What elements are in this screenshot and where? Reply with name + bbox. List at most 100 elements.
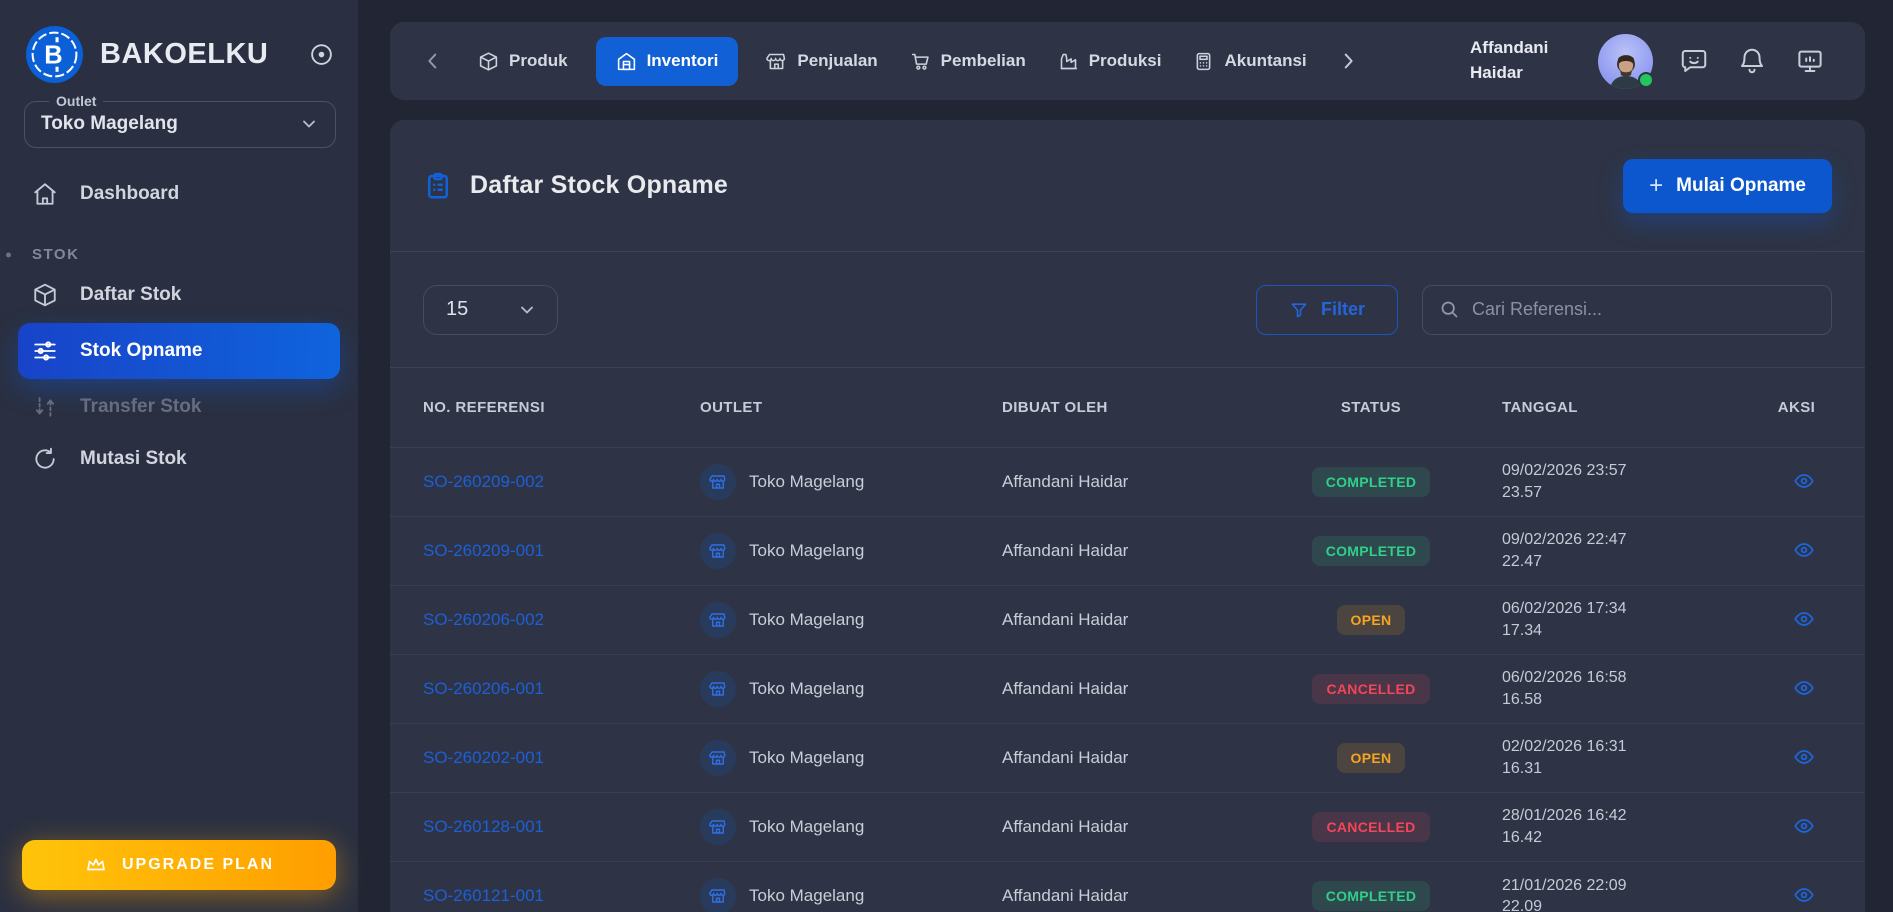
display-mode-button[interactable] (1793, 44, 1827, 78)
eye-icon (1793, 608, 1815, 630)
user-avatar[interactable] (1598, 33, 1654, 89)
nav-back-button[interactable] (416, 50, 450, 72)
eye-icon (1793, 677, 1815, 699)
sidebar-item-mutasi-stok[interactable]: Mutasi Stok (0, 433, 358, 485)
tab-label: Inventori (646, 51, 719, 70)
tab-produk[interactable]: Produk (474, 41, 572, 82)
page-size-select[interactable]: 15 (423, 284, 558, 335)
outlet-name: Toko Magelang (749, 540, 865, 560)
funnel-icon (1289, 300, 1309, 320)
filter-button[interactable]: Filter (1256, 284, 1398, 335)
tab-penjualan[interactable]: Penjualan (762, 41, 881, 82)
feedback-button[interactable] (1677, 44, 1711, 78)
tab-label: Akuntansi (1224, 51, 1307, 70)
column-header-referensi: NO. REFERENSI (423, 398, 545, 416)
sidebar-item-label: Daftar Stok (80, 284, 182, 305)
reference-link[interactable]: SO-260209-001 (423, 541, 544, 560)
store-icon (700, 808, 736, 845)
eye-icon (1793, 470, 1815, 492)
top-navigation-bar: Produk Inventori Penjualan Pembelian Pro… (390, 22, 1865, 100)
store-icon (700, 463, 736, 500)
time-text: 17.34 (1502, 621, 1543, 639)
mulai-opname-button[interactable]: + Mulai Opname (1623, 158, 1832, 213)
reference-link[interactable]: SO-260121-001 (423, 886, 544, 905)
notifications-button[interactable] (1735, 44, 1769, 78)
crown-icon (84, 853, 108, 877)
reference-link[interactable]: SO-260209-002 (423, 472, 544, 491)
mulai-opname-label: Mulai Opname (1676, 174, 1806, 196)
sidebar-item-transfer-stok[interactable]: Transfer Stok (0, 381, 358, 433)
status-badge: COMPLETED (1311, 535, 1431, 566)
table-row: SO-260209-001 Toko Magelang Affandani Ha… (390, 516, 1865, 585)
view-detail-button[interactable] (1789, 811, 1819, 841)
bell-icon (1737, 46, 1767, 76)
sidebar-collapse-button[interactable] (309, 42, 334, 67)
chevron-right-icon (1337, 50, 1359, 72)
reference-link[interactable]: SO-260202-001 (423, 748, 544, 767)
view-detail-button[interactable] (1789, 535, 1819, 565)
cube-icon (478, 51, 499, 72)
reference-link[interactable]: SO-260128-001 (423, 817, 544, 836)
tab-pembelian[interactable]: Pembelian (906, 41, 1030, 82)
tab-label: Penjualan (797, 51, 878, 70)
tab-akuntansi[interactable]: Akuntansi (1189, 41, 1310, 82)
created-by: Affandani Haidar (1002, 747, 1129, 767)
created-by: Affandani Haidar (1002, 678, 1129, 698)
date-text: 09/02/2026 22:47 (1502, 531, 1627, 549)
user-name: Affandani Haidar (1470, 38, 1549, 82)
reference-link[interactable]: SO-260206-001 (423, 679, 544, 698)
tab-inventori[interactable]: Inventori (595, 36, 739, 86)
status-badge: OPEN (1336, 742, 1406, 773)
created-by: Affandani Haidar (1002, 816, 1129, 836)
search-input[interactable] (1472, 299, 1815, 320)
upgrade-plan-button[interactable]: UPGRADE PLAN (22, 840, 336, 890)
tab-label: Produk (509, 51, 568, 70)
outlet-name: Toko Magelang (749, 885, 865, 905)
time-text: 23.57 (1502, 483, 1543, 501)
sidebar-item-daftar-stok[interactable]: Daftar Stok (0, 269, 358, 321)
sidebar-item-stok-opname[interactable]: Stok Opname (18, 323, 340, 379)
home-icon (32, 181, 58, 207)
table-header-row: NO. REFERENSI OUTLET DIBUAT OLEH STATUS … (390, 368, 1865, 447)
store-icon (700, 601, 736, 638)
outlet-name: Toko Magelang (749, 816, 865, 836)
view-detail-button[interactable] (1789, 604, 1819, 634)
tab-produksi[interactable]: Produksi (1054, 41, 1166, 82)
view-detail-button[interactable] (1789, 742, 1819, 772)
outlet-select[interactable]: Outlet Toko Magelang (24, 93, 336, 148)
circle-dot-icon (309, 42, 334, 67)
date-text: 02/02/2026 16:31 (1502, 738, 1627, 756)
search-icon (1439, 299, 1460, 320)
column-header-outlet: OUTLET (700, 398, 763, 416)
time-text: 16.31 (1502, 759, 1543, 777)
section-bullet (6, 252, 11, 257)
stock-opname-table: NO. REFERENSI OUTLET DIBUAT OLEH STATUS … (390, 368, 1865, 912)
sidebar-item-dashboard[interactable]: Dashboard (0, 168, 358, 220)
monitor-chart-icon (1795, 46, 1825, 76)
outlet-label: Outlet (56, 93, 97, 109)
outlet-name: Toko Magelang (749, 747, 865, 767)
view-detail-button[interactable] (1789, 466, 1819, 496)
opname-table-body: SO-260209-002 Toko Magelang Affandani Ha… (390, 447, 1865, 912)
created-by: Affandani Haidar (1002, 609, 1129, 629)
date-text: 28/01/2026 16:42 (1502, 807, 1627, 825)
view-detail-button[interactable] (1789, 673, 1819, 703)
card-title-row: Daftar Stock Opname + Mulai Opname (390, 120, 1865, 251)
date-text: 21/01/2026 22:09 (1502, 876, 1627, 894)
store-icon (700, 739, 736, 776)
view-detail-button[interactable] (1789, 880, 1819, 910)
column-header-aksi: AKSI (1777, 398, 1816, 416)
tab-label: Produksi (1088, 51, 1162, 70)
cube-icon (32, 282, 58, 308)
created-by: Affandani Haidar (1002, 540, 1129, 560)
store-icon (700, 877, 736, 912)
status-badge: OPEN (1336, 604, 1406, 635)
online-status-dot (1638, 71, 1654, 88)
nav-forward-button[interactable] (1335, 50, 1361, 72)
refresh-icon (32, 446, 58, 472)
reference-link[interactable]: SO-260206-002 (423, 610, 544, 629)
outlet-value: Toko Magelang (41, 113, 178, 134)
stock-opname-card: Daftar Stock Opname + Mulai Opname 15 Fi… (390, 120, 1865, 912)
status-badge: COMPLETED (1311, 880, 1431, 911)
chat-smiley-icon (1679, 46, 1709, 76)
